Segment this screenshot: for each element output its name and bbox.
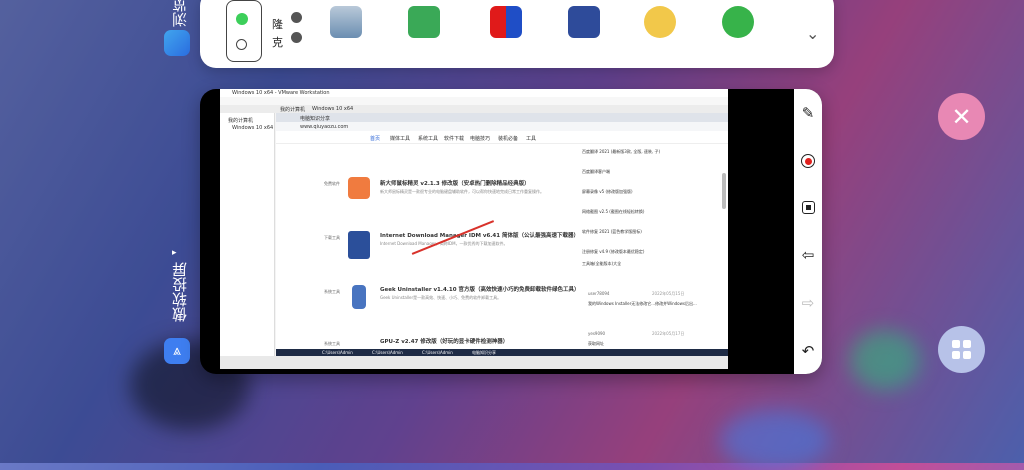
vm-titlebar: Windows 10 x64 - VMware Workstation <box>220 89 728 97</box>
recent-app-card[interactable]: 克 隆 ⌄ <box>200 0 834 68</box>
cast-app-icon[interactable]: ⩓ <box>164 338 190 364</box>
article-tag: 下载工具 <box>324 235 340 240</box>
green-app-icon[interactable] <box>722 6 754 38</box>
article-list: 新大师鼠标精灵 v2.1.3 修改版（安卓热门删除精品经典版） 新大师鼠标精灵是… <box>316 145 579 349</box>
article-tag: 系统工具 <box>324 289 340 294</box>
article-thumb <box>348 231 370 259</box>
stop-icon[interactable] <box>794 193 822 221</box>
pen-icon[interactable]: ✎ <box>794 99 822 127</box>
tab-vm[interactable]: Windows 10 x64 <box>312 106 353 112</box>
guest-browser[interactable]: 电脑知识分享 www.qiuyaozu.com 首页 媒体工具 系统工具 软件下… <box>276 113 728 349</box>
sidebar-link[interactable]: 百度翻译 2021 (最新版3款, 全版, 速装, 子) <box>582 149 660 155</box>
keyboard-panel <box>226 0 262 62</box>
browser-addressbar: www.qiuyaozu.com <box>276 122 728 131</box>
record-icon[interactable] <box>794 147 822 175</box>
article-title[interactable]: Internet Download Manager IDM v6.41 简体版（… <box>380 231 579 239</box>
host-statusbar <box>220 356 728 369</box>
forward-icon[interactable]: ⇨ <box>794 289 822 317</box>
article-title[interactable]: GPU-Z v2.47 修改版（好玩的显卡硬件检测神器） <box>380 337 508 345</box>
comment-text: 获取网址 <box>588 341 604 346</box>
article-desc: Internet Download Manager，简称IDM，一款优秀的下载加… <box>380 241 508 246</box>
browser-tabbar: 电脑知识分享 <box>276 113 728 122</box>
tree-item[interactable]: Windows 10 x64 <box>232 125 273 131</box>
sidebar-link[interactable]: 注册修复 v4.9 (修改版本最优稳定) <box>582 249 644 255</box>
chat-icon <box>236 13 248 25</box>
vm-title: Windows 10 x64 - VMware Workstation <box>232 90 330 96</box>
article-thumb <box>352 285 366 309</box>
sidebar-link[interactable]: 软件修复 2021 (蓝色教学版图标) <box>582 229 642 235</box>
nav-item[interactable]: 媒体工具 <box>390 135 410 142</box>
wallpaper-blob <box>720 410 830 470</box>
guest-taskbar: C:\Users\Admin C:\Users\Admin C:\Users\A… <box>276 349 728 356</box>
close-button[interactable]: ✕ <box>938 93 985 140</box>
article-tag: 系统工具 <box>324 341 340 346</box>
nav-item[interactable]: 系统工具 <box>418 135 438 142</box>
comment-text: 我的Windows Installer无法修改它...修改并Windows后出.… <box>588 301 697 306</box>
comment-user: user78094 <box>588 291 610 296</box>
annotation-toolbar: ✎ ⇦ ⇨ ↶ <box>794 89 822 374</box>
comment-date: 2022年05月15日 <box>652 291 685 296</box>
tab-home[interactable]: 我的计算机 <box>280 106 305 113</box>
screen-mirror-card[interactable]: Windows 10 x64 - VMware Workstation 我的计算… <box>200 89 822 374</box>
sheep-icon <box>291 12 302 23</box>
media-icon[interactable] <box>490 6 522 38</box>
taskbar-item[interactable]: C:\Users\Admin <box>372 350 403 355</box>
book-icon[interactable] <box>568 6 600 38</box>
comment-user: yes9090 <box>588 331 606 336</box>
wallpaper-blob <box>850 330 920 390</box>
vm-library-panel: 我的计算机 Windows 10 x64 <box>220 113 275 356</box>
article-tag: 免费软件 <box>324 181 340 186</box>
article-desc: Geek Uninstaller是一款高效、快速、小巧、免费的软件卸载工具。 <box>380 295 502 300</box>
article-desc: 新大师鼠标精灵是一款很专业的电脑键盘辅助软件，可以帮你快速地完成日常工作重复操作… <box>380 189 544 194</box>
grid-button[interactable] <box>938 326 985 373</box>
keyboard-char: 隆 <box>272 18 283 31</box>
search-icon <box>236 39 247 50</box>
article-title[interactable]: Geek Uninstaller v1.4.10 官方版（高效快速小巧的免费卸载… <box>380 285 579 293</box>
grid-icon <box>952 340 971 359</box>
vm-tabbar: 我的计算机 Windows 10 x64 <box>220 105 728 113</box>
vmware-window[interactable]: Windows 10 x64 - VMware Workstation 我的计算… <box>220 89 728 369</box>
article-thumb <box>348 177 370 199</box>
back-icon[interactable]: ⇦ <box>794 241 822 269</box>
sidebar-links: 百度翻译 2021 (最新版3款, 全版, 速装, 子) 百度翻译客户端 屏幕录… <box>582 145 722 349</box>
chevron-down-icon[interactable]: ⌄ <box>806 24 819 43</box>
taskbar-item[interactable]: C:\Users\Admin <box>322 350 353 355</box>
article-title[interactable]: 新大师鼠标精灵 v2.1.3 修改版（安卓热门删除精品经典版） <box>380 179 530 187</box>
close-icon: ✕ <box>951 102 972 131</box>
rail-chevron-icon: ▸ <box>172 248 177 258</box>
browser-tab[interactable]: 电脑知识分享 <box>300 115 330 122</box>
undo-icon[interactable]: ↶ <box>794 337 822 365</box>
vm-menubar <box>220 97 728 105</box>
keyboard-char: 克 <box>272 36 283 49</box>
sidebar-link[interactable]: 屏幕录像 v5 (修改版加强版) <box>582 189 633 195</box>
cast-app-label: 傲软投屏 <box>171 262 189 322</box>
mascot-icon[interactable] <box>644 6 676 38</box>
sidebar-link[interactable]: 百度翻译客户端 <box>582 169 610 175</box>
sidebar-link[interactable]: 网络截图 v2.5 (截图在线轻松转换) <box>582 209 644 215</box>
taskbar-item[interactable]: C:\Users\Admin <box>422 350 453 355</box>
browser-app-label: 浏览器 <box>171 0 189 27</box>
board-icon[interactable] <box>408 6 440 38</box>
browser-app-icon[interactable] <box>164 30 190 56</box>
tree-root[interactable]: 我的计算机 <box>228 117 253 124</box>
comment-date: 2022年05月17日 <box>652 331 685 336</box>
nav-item[interactable]: 工具 <box>526 135 536 142</box>
url-field[interactable]: www.qiuyaozu.com <box>300 124 348 130</box>
nav-item[interactable]: 首页 <box>370 135 380 142</box>
drive-icon[interactable] <box>330 6 362 38</box>
site-nav: 首页 媒体工具 系统工具 软件下载 电脑技巧 装机必备 工具 <box>276 133 728 144</box>
nav-item[interactable]: 软件下载 <box>444 135 464 142</box>
nav-item[interactable]: 装机必备 <box>498 135 518 142</box>
sheep-icon <box>291 32 302 43</box>
scrollbar[interactable] <box>722 173 726 209</box>
sidebar-link[interactable]: 工具箱(全能版本)大全 <box>582 261 621 267</box>
nav-item[interactable]: 电脑技巧 <box>470 135 490 142</box>
